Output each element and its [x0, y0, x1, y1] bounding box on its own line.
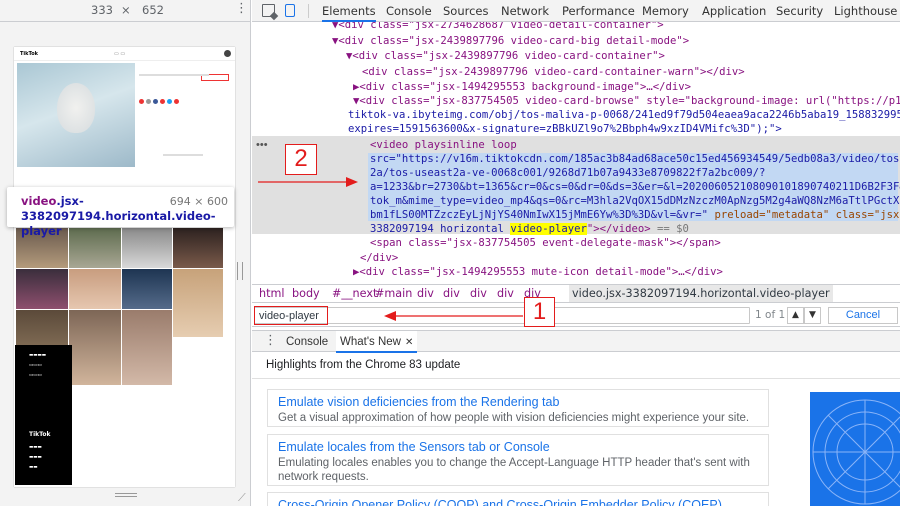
annotation-label-1: 1 [524, 297, 555, 327]
annotation-label-2: 2 [285, 144, 317, 175]
tooltip-selector: video.jsx-3382097194.horizontal.video-pl… [21, 194, 216, 238]
annotation-arrows [258, 177, 523, 321]
element-inspect-tooltip: video.jsx-3382097194.horizontal.video-pl… [7, 187, 234, 238]
screenshot-root: 333 × 652 ⋮ TikTok ▭ ▭ ▬▬▬▬ ▭▭▭ ▭▭▭ TikT… [0, 0, 900, 506]
tooltip-size: 694 × 600 [169, 195, 228, 208]
